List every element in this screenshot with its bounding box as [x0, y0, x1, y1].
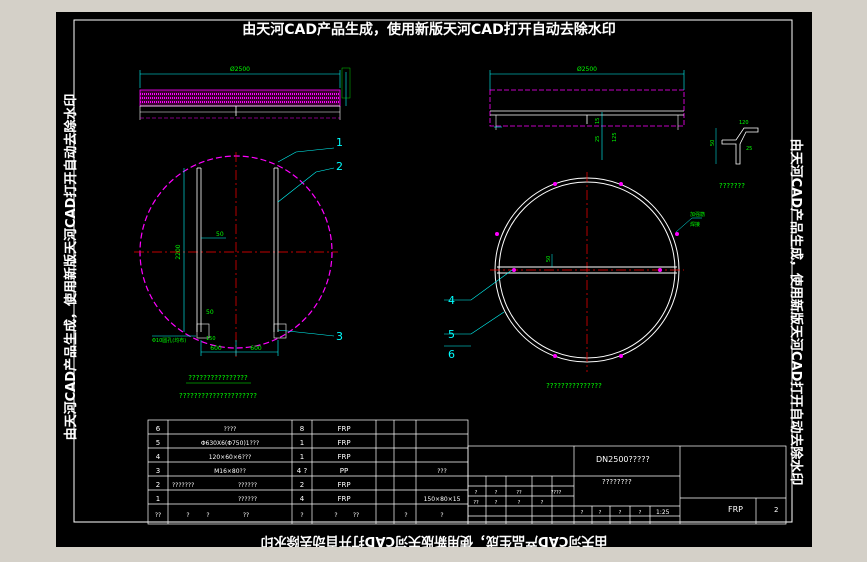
note-right-side: 加强筋: [690, 211, 705, 218]
watermark-left: 由天河CAD产品生成，使用新版天河CAD打开自动去除水印: [63, 94, 79, 441]
bom-header-cell: ?: [334, 512, 337, 519]
dim-left-top-width: Ø2500: [230, 66, 250, 73]
drawing-sheet: 由天河CAD产品生成，使用新版天河CAD打开自动去除水印 由天河CAD产品生成，…: [56, 12, 812, 547]
cad-drawing: 由天河CAD产品生成，使用新版天河CAD打开自动去除水印 由天河CAD产品生成，…: [63, 19, 804, 547]
bom-mat: PP: [340, 467, 348, 475]
bom-mat: FRP: [337, 495, 350, 503]
callout-4: 4: [448, 294, 455, 307]
bom-table-text: 6???? 8 FRP 5 Φ630X6(Φ750)1??? 1 FRP 4 120×60×6?…: [155, 425, 461, 519]
title-sheet: 2: [774, 506, 778, 514]
bom-qty: 1: [300, 439, 304, 447]
title-block-cell: ?: [599, 510, 602, 516]
bom-qty: 2: [300, 481, 304, 489]
bom-mat: FRP: [337, 425, 350, 433]
dim-left-vert: 2200: [175, 244, 182, 259]
title-main: DN2500?????: [596, 455, 650, 464]
dim-left-small-b: 50: [206, 309, 214, 316]
note-right-side-2: 焊接: [690, 221, 700, 228]
title-material: FRP: [728, 505, 743, 514]
bom-qty: 1: [300, 453, 304, 461]
bom-no: 5: [156, 439, 160, 447]
bom-header-cell: ?: [300, 512, 303, 519]
bom-header-cell: ?: [404, 512, 407, 519]
callout-6: 6: [448, 348, 455, 361]
left-plan-view: 2200 50 50 600 600 150 Φ10圆孔(均布) 1 2 3 ?…: [134, 136, 343, 400]
bom-note: 150×80×15: [424, 496, 461, 503]
dim-right-top-width: Ø2500: [577, 66, 597, 73]
callout-5: 5: [448, 328, 455, 341]
dim-left-small-a: 50: [216, 231, 224, 238]
title-block-cell: ?: [495, 500, 498, 506]
title-sub: ????????: [602, 478, 632, 486]
left-side-view: Ø2500: [139, 66, 351, 120]
dim-right-h1: 15: [595, 118, 601, 124]
title-scale: 1:25: [656, 509, 670, 516]
title-block-cell: ?: [639, 510, 642, 516]
bom-qty: 4 ?: [297, 467, 308, 475]
dim-right-h3: 125: [612, 132, 618, 142]
caption-left-2: ?????????????????????: [179, 392, 257, 400]
dim-right-circle: 50: [546, 256, 552, 262]
caption-left-1: ????????????????: [188, 374, 248, 382]
watermark-bottom: 由天河CAD产品生成，使用新版天河CAD打开自动去除水印: [261, 533, 608, 547]
bom-qty: 8: [300, 425, 304, 433]
title-block-cell: ?: [619, 510, 622, 516]
watermark-right: 由天河CAD产品生成，使用新版天河CAD打开自动去除水印: [788, 139, 804, 486]
bom-name2: ??????: [238, 482, 257, 489]
title-block-cell: ????: [551, 490, 562, 496]
right-plan-view: 50 加强筋 焊接 4 5 6 ???????????????: [444, 172, 705, 390]
bom-header-cell: ??: [243, 512, 249, 519]
title-block-cell: ??: [473, 500, 479, 506]
watermark-top: 由天河CAD产品生成，使用新版天河CAD打开自动去除水印: [242, 21, 615, 38]
bom-mat: FRP: [337, 453, 350, 461]
bom-header-cell: ??: [353, 512, 359, 519]
dim-left-bottom-b: 600: [250, 345, 262, 352]
bom-no: 3: [156, 467, 160, 475]
title-block-cell: ?: [581, 510, 584, 516]
bom-header-cell: ?: [186, 512, 189, 519]
bom-name: M16×80??: [214, 468, 246, 475]
bom-name2: ??????: [238, 496, 257, 503]
title-block-cell: ?: [541, 500, 544, 506]
bom-mat: FRP: [337, 439, 350, 447]
dim-detail-c: 25: [746, 146, 752, 152]
bom-mat: FRP: [337, 481, 350, 489]
title-block-cell: ?: [518, 500, 521, 506]
bom-name: 120×60×6???: [209, 454, 252, 461]
callout-2: 2: [336, 160, 343, 173]
caption-right: ???????????????: [546, 382, 602, 390]
bom-name: ???????: [172, 482, 194, 489]
bom-no: 2: [156, 481, 160, 489]
bom-no: 6: [156, 425, 161, 433]
bom-header-cell: ?: [440, 512, 443, 519]
bom-no: 4: [156, 453, 161, 461]
callout-3: 3: [336, 330, 343, 343]
right-side-view: Ø2500 15 25 125: [489, 66, 685, 160]
dim-detail-a: 50: [710, 140, 716, 146]
dim-right-h2: 25: [595, 136, 601, 142]
dim-detail-b: 120: [739, 120, 749, 126]
title-block-cells: ?????????????????: [473, 490, 641, 516]
bom-name: Φ630X6(Φ750)1???: [201, 440, 259, 447]
title-block-cell: ??: [516, 490, 522, 496]
bom-header-cell: ?: [206, 512, 209, 519]
title-block-cell: ?: [495, 490, 498, 496]
bom-header-cell: ??: [155, 512, 161, 519]
dim-left-bottom-a: 600: [210, 345, 222, 352]
bom-note: ???: [437, 468, 447, 475]
callout-1: 1: [336, 136, 343, 149]
bom-qty: 4: [300, 495, 305, 503]
detail-view: 50 120 25 ???????: [710, 120, 759, 190]
title-block-cell: ?: [475, 490, 478, 496]
dim-left-bottom-c: 150: [206, 336, 216, 342]
note-left-side: Φ10圆孔(均布): [152, 337, 186, 344]
bom-no: 1: [156, 495, 160, 503]
bom-name: ????: [224, 426, 237, 433]
bom-table: [147, 419, 469, 525]
caption-detail: ???????: [719, 182, 745, 190]
